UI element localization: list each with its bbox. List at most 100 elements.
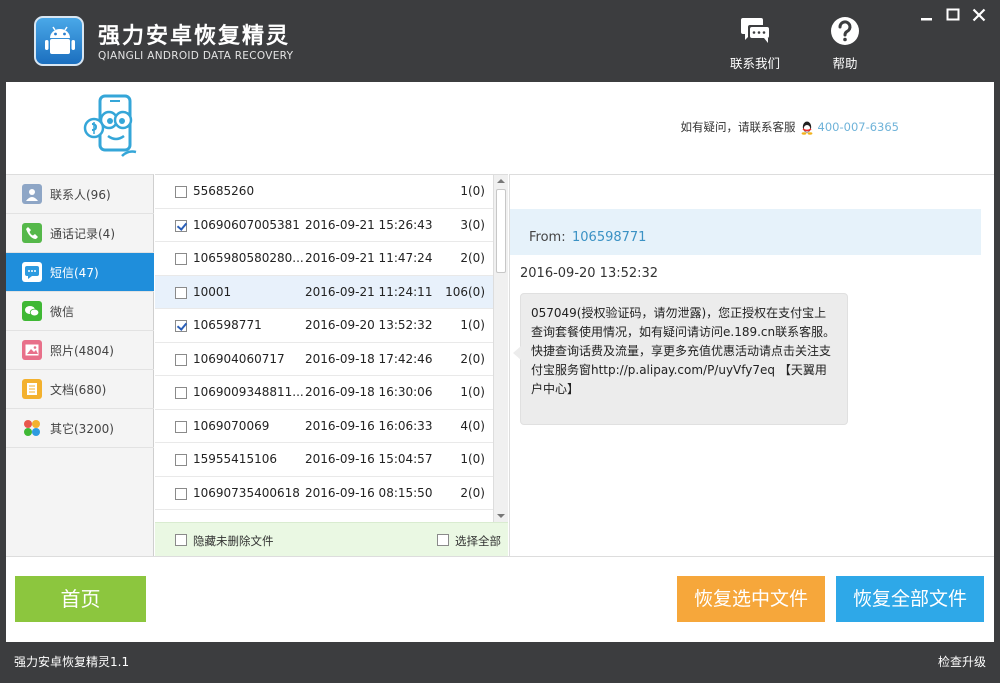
hotline-number[interactable]: 400-007-6365 bbox=[818, 120, 899, 134]
row-date: 2016-09-16 16:06:33 bbox=[305, 418, 433, 433]
contact-us-button[interactable]: 联系我们 bbox=[720, 16, 790, 72]
row-checkbox[interactable] bbox=[175, 219, 187, 232]
status-bar: 强力安卓恢复精灵1.1 检查升级 bbox=[0, 642, 1000, 683]
row-date: 2016-09-16 15:04:57 bbox=[305, 452, 433, 466]
message-row[interactable]: 1069070069 2016-09-16 16:06:33 4(0) bbox=[155, 410, 493, 443]
sidebar-item-label: 通话记录(4) bbox=[50, 226, 115, 241]
row-count: 1(0) bbox=[460, 184, 485, 198]
select-all-checkbox[interactable] bbox=[437, 534, 449, 546]
row-date: 2016-09-18 16:30:06 bbox=[305, 385, 433, 399]
help-button[interactable]: 帮助 bbox=[810, 16, 880, 72]
scroll-thumb[interactable] bbox=[496, 189, 506, 273]
row-date: 2016-09-16 08:15:50 bbox=[305, 485, 433, 500]
message-detail: From: 106598771 2016-09-20 13:52:32 0570… bbox=[509, 174, 994, 556]
row-date: 2016-09-20 13:52:32 bbox=[305, 318, 433, 332]
sidebar-item-label: 其它(3200) bbox=[50, 421, 114, 436]
message-row[interactable]: 10690607005381 2016-09-21 15:26:43 3(0) bbox=[155, 209, 493, 242]
sidebar-item-documents[interactable]: 文档(680) bbox=[6, 370, 154, 409]
row-date: 2016-09-21 15:26:43 bbox=[305, 217, 433, 232]
message-row[interactable]: 10001 2016-09-21 11:24:11 106(0) bbox=[155, 275, 493, 309]
close-icon[interactable] bbox=[970, 6, 988, 24]
sidebar-item-label: 短信(47) bbox=[50, 265, 99, 280]
row-checkbox[interactable] bbox=[175, 454, 187, 466]
message-row[interactable]: 1069009348811... 2016-09-18 16:30:06 1(0… bbox=[155, 376, 493, 410]
wechat-icon bbox=[22, 301, 42, 321]
phone-mascot-icon bbox=[83, 94, 137, 157]
sidebar-item-call-log[interactable]: 通话记录(4) bbox=[6, 214, 154, 253]
row-checkbox[interactable] bbox=[175, 320, 187, 332]
sidebar-item-sms[interactable]: 短信(47) bbox=[6, 253, 154, 292]
row-checkbox[interactable] bbox=[175, 387, 187, 399]
message-list: 55685260 1(0) 10690607005381 2016-09-21 … bbox=[155, 174, 508, 522]
row-checkbox[interactable] bbox=[175, 286, 187, 299]
row-date: 2016-09-21 11:47:24 bbox=[305, 251, 433, 265]
app-title: 强力安卓恢复精灵 bbox=[98, 24, 291, 49]
contacts-icon bbox=[22, 184, 42, 204]
row-checkbox[interactable] bbox=[175, 353, 187, 366]
message-row[interactable]: 1065980580280... 2016-09-21 11:47:24 2(0… bbox=[155, 242, 493, 276]
sidebar-item-label: 照片(4804) bbox=[50, 343, 114, 358]
hide-undeleted-label[interactable]: 隐藏未删除文件 bbox=[193, 533, 274, 549]
from-value: 106598771 bbox=[572, 230, 647, 245]
sidebar-item-contacts[interactable]: 联系人(96) bbox=[6, 175, 154, 214]
message-date: 2016-09-20 13:52:32 bbox=[520, 266, 659, 281]
sidebar-item-photos[interactable]: 照片(4804) bbox=[6, 331, 154, 370]
home-button[interactable]: 首页 bbox=[15, 576, 146, 622]
sms-icon bbox=[22, 262, 42, 282]
list-footer: 隐藏未删除文件 选择全部 bbox=[155, 522, 508, 556]
row-checkbox[interactable] bbox=[175, 487, 187, 500]
minimize-icon[interactable] bbox=[918, 6, 936, 24]
sidebar-item-label: 微信 bbox=[50, 304, 75, 319]
scroll-up-arrow-icon[interactable] bbox=[497, 179, 505, 183]
list-scrollbar[interactable] bbox=[493, 175, 508, 522]
sidebar-item-label: 联系人(96) bbox=[50, 187, 111, 202]
app-logo bbox=[34, 16, 84, 66]
row-number: 10001 bbox=[193, 284, 232, 299]
android-icon bbox=[45, 26, 75, 54]
category-sidebar: 联系人(96) 通话记录(4) 短信(47) 微信 照片(4804) 文档(68… bbox=[6, 174, 154, 556]
row-count: 2(0) bbox=[460, 251, 485, 265]
row-checkbox[interactable] bbox=[175, 420, 187, 433]
maximize-icon[interactable] bbox=[944, 6, 962, 24]
scroll-down-arrow-icon[interactable] bbox=[497, 514, 505, 518]
row-count: 1(0) bbox=[460, 385, 485, 399]
question-icon bbox=[831, 17, 859, 45]
check-update-button[interactable]: 检查升级 bbox=[938, 653, 986, 670]
message-row[interactable]: 55685260 1(0) bbox=[155, 175, 493, 209]
row-count: 2(0) bbox=[460, 351, 485, 366]
sidebar-item-wechat[interactable]: 微信 bbox=[6, 292, 154, 331]
row-checkbox[interactable] bbox=[175, 253, 187, 265]
row-number: 10690607005381 bbox=[193, 217, 300, 232]
message-row[interactable]: 10690735400618 2016-09-16 08:15:50 2(0) bbox=[155, 477, 493, 510]
document-icon bbox=[22, 379, 42, 399]
row-count: 1(0) bbox=[460, 318, 485, 332]
row-number: 10690735400618 bbox=[193, 485, 300, 500]
select-all-label[interactable]: 选择全部 bbox=[455, 533, 501, 549]
row-date: 2016-09-21 11:24:11 bbox=[305, 284, 433, 299]
qq-icon[interactable] bbox=[800, 120, 814, 135]
row-date: 2016-09-18 17:42:46 bbox=[305, 351, 433, 366]
photo-icon bbox=[22, 340, 42, 360]
message-row[interactable]: 15955415106 2016-09-16 15:04:57 1(0) bbox=[155, 443, 493, 477]
row-number: 1069009348811... bbox=[193, 385, 304, 399]
phone-icon bbox=[22, 223, 42, 243]
message-row[interactable]: 106904060717 2016-09-18 17:42:46 2(0) bbox=[155, 343, 493, 376]
row-number: 106904060717 bbox=[193, 351, 285, 366]
restore-selected-button[interactable]: 恢复选中文件 bbox=[677, 576, 825, 622]
sidebar-item-other[interactable]: 其它(3200) bbox=[6, 409, 154, 448]
row-number: 55685260 bbox=[193, 184, 255, 198]
row-number: 1069070069 bbox=[193, 418, 270, 433]
version-label: 强力安卓恢复精灵1.1 bbox=[14, 655, 130, 669]
row-count: 4(0) bbox=[460, 418, 485, 433]
row-number: 1065980580280... bbox=[193, 251, 304, 265]
header-band: 如有疑问，请联系客服 400-007-6365 bbox=[6, 82, 994, 174]
row-count: 2(0) bbox=[460, 485, 485, 500]
restore-all-button[interactable]: 恢复全部文件 bbox=[836, 576, 984, 622]
sidebar-item-label: 文档(680) bbox=[50, 382, 107, 397]
message-bubble: 057049(授权验证码，请勿泄露)，您正授权在支付宝上查询套餐使用情况，如有疑… bbox=[513, 293, 848, 425]
hide-undeleted-checkbox[interactable] bbox=[175, 534, 187, 546]
message-row[interactable]: 106598771 2016-09-20 13:52:32 1(0) bbox=[155, 309, 493, 343]
row-count: 106(0) bbox=[445, 284, 485, 299]
app-subtitle: QIANGLI ANDROID DATA RECOVERY bbox=[98, 50, 294, 62]
row-checkbox[interactable] bbox=[175, 186, 187, 198]
